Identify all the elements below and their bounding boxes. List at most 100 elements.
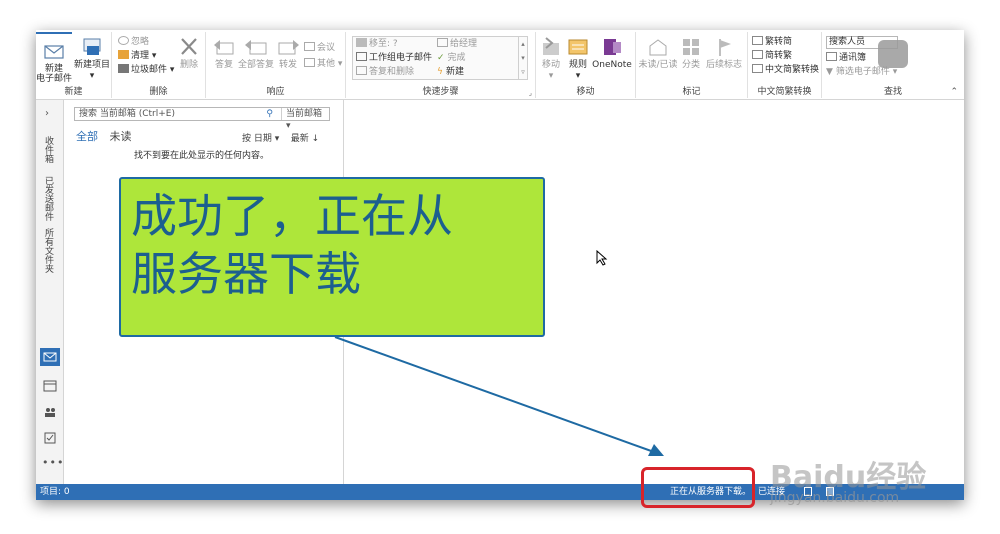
ribbon-group-quick-steps: 移至: ? 工作组电子邮件 答复和删除 给经理 ✓完成 ϟ新建 ▴▾▿ — [346, 32, 536, 98]
search-icon[interactable]: ⚲ — [266, 108, 273, 120]
delete-x-icon — [181, 38, 197, 55]
move-button[interactable]: 移动 ▾ — [538, 36, 564, 82]
unread-read-label: 未读/已读 — [638, 60, 678, 70]
folder-icon — [356, 38, 367, 47]
tab-all[interactable]: 全部 — [76, 130, 98, 143]
quick-step-move-to[interactable]: 移至: ? — [356, 38, 398, 50]
trad-to-simp-button[interactable]: 繁转简 — [752, 36, 792, 48]
filter-email-label: 筛选电子邮件 — [835, 67, 890, 77]
quick-step-team-email[interactable]: 工作组电子邮件 — [356, 52, 432, 64]
address-book-icon — [826, 52, 837, 61]
empty-list-message: 找不到要在此处显示的任何内容。 — [134, 151, 270, 161]
rules-button[interactable]: 规则 ▾ — [564, 36, 592, 82]
calendar-icon[interactable] — [43, 380, 57, 392]
folder-pane-collapsed: › 收件箱 已发送邮件 所有文件夹 ••• — [36, 100, 64, 484]
new-items-button[interactable]: 新建项目 ▾ — [74, 36, 110, 82]
tasks-icon[interactable] — [43, 432, 57, 444]
sort-by-dropdown[interactable]: 按 日期 — [242, 134, 272, 144]
move-icon — [543, 37, 559, 55]
watermark-url: jingyan.baidu.com — [770, 490, 900, 506]
convert-icon — [752, 64, 763, 73]
quick-step-label: 完成 — [447, 53, 466, 63]
quick-step-label: 新建 — [445, 67, 464, 77]
trad-to-simp-label: 繁转简 — [765, 37, 793, 47]
reply-button[interactable]: 答复 — [210, 36, 238, 71]
ignore-button[interactable]: 忽略 — [118, 36, 149, 48]
group-label-respond: 响应 — [266, 87, 285, 97]
expand-folder-pane-icon[interactable]: › — [45, 108, 49, 119]
simp-to-trad-button[interactable]: 简转繁 — [752, 50, 792, 62]
group-label-delete: 删除 — [149, 87, 168, 97]
mail-nav-button[interactable] — [40, 348, 60, 366]
delete-button[interactable]: 删除 — [174, 36, 204, 71]
new-email-label-2: 电子邮件 — [36, 74, 73, 84]
quick-step-label: 工作组电子邮件 — [369, 53, 433, 63]
quick-step-create-new[interactable]: ϟ 新建 — [437, 66, 464, 78]
onenote-label: OneNote — [592, 60, 632, 70]
more-dots-icon[interactable]: ••• — [42, 456, 64, 469]
callout-line-2: 服务器下载 — [131, 247, 361, 301]
tab-unread[interactable]: 未读 — [110, 130, 132, 143]
reply-all-button[interactable]: 全部答复 — [238, 36, 274, 71]
junk-label: 垃圾邮件 — [131, 65, 168, 75]
collapse-ribbon-icon[interactable]: ⌃ — [950, 87, 958, 97]
cleanup-icon — [118, 50, 129, 59]
sort-controls: 按 日期 ▾ 最新 ↓ — [242, 134, 320, 144]
junk-button[interactable]: 垃圾邮件 ▾ — [118, 64, 174, 76]
ribbon-group-tags: 未读/已读 分类 后续标志 标记 — [636, 32, 748, 98]
chinese-convert-button[interactable]: 中文简繁转换 — [752, 64, 819, 76]
quick-step-reply-delete[interactable]: 答复和删除 — [356, 66, 414, 78]
onenote-icon — [604, 39, 621, 55]
search-scope-label: 当前邮箱 — [286, 109, 323, 119]
new-items-icon — [83, 38, 101, 55]
quick-step-label: 移至: ? — [369, 39, 398, 49]
reply-label: 答复 — [214, 60, 233, 70]
lightning-icon: ϟ — [437, 67, 443, 77]
cleanup-label: 清理 — [131, 51, 150, 61]
ribbon-group-respond: 答复 全部答复 转发 会议 其他 ▾ 响应 — [206, 32, 346, 98]
search-scope-dropdown[interactable]: 当前邮箱 ▾ — [281, 108, 329, 131]
mail-icon — [43, 352, 57, 362]
quick-step-to-manager[interactable]: 给经理 — [437, 38, 477, 50]
ribbon-group-delete: 忽略 清理 ▾ 垃圾邮件 ▾ 删除 删除 — [112, 32, 206, 98]
group-label-tags: 标记 — [682, 87, 701, 97]
more-respond-button[interactable]: 其他 ▾ — [304, 58, 342, 70]
new-email-icon — [44, 45, 64, 59]
folder-inbox[interactable]: 收件箱 — [42, 136, 55, 163]
chinese-convert-label: 中文简繁转换 — [765, 65, 820, 75]
onenote-button[interactable]: OneNote — [592, 36, 632, 71]
group-label-find: 查找 — [883, 87, 902, 97]
find-overlay-icon — [878, 40, 908, 68]
forward-label: 转发 — [278, 60, 297, 70]
ignore-icon — [118, 36, 129, 45]
quick-steps-gallery: 移至: ? 工作组电子邮件 答复和删除 给经理 ✓ 完成 ϟ 新建 ▴ ▾ ▿ — [352, 36, 528, 80]
follow-up-button[interactable]: 后续标志 — [704, 36, 744, 71]
meeting-icon — [304, 42, 315, 51]
sort-order-toggle[interactable]: 最新 ↓ — [291, 134, 319, 144]
ribbon-group-chinese: 繁转简 简转繁 中文简繁转换 中文简繁转换 — [748, 32, 822, 98]
address-book-label: 通讯簿 — [839, 53, 867, 63]
meeting-button[interactable]: 会议 — [304, 42, 335, 54]
new-email-button[interactable]: 新建 电子邮件 — [36, 32, 72, 86]
ribbon-group-move: 移动 ▾ 规则 ▾ OneNote 移动 — [536, 32, 636, 98]
folder-sent[interactable]: 已发送邮件 — [42, 176, 55, 221]
rules-label: 规则 — [568, 60, 587, 70]
unread-read-button[interactable]: 未读/已读 — [638, 36, 678, 71]
rules-icon — [568, 39, 588, 55]
group-label-move: 移动 — [576, 87, 595, 97]
folder-all[interactable]: 所有文件夹 — [42, 228, 55, 273]
address-book-button[interactable]: 通讯簿 — [826, 52, 866, 64]
forward-button[interactable]: 转发 — [274, 36, 302, 71]
cleanup-button[interactable]: 清理 ▾ — [118, 50, 156, 62]
categorize-button[interactable]: 分类 — [678, 36, 704, 71]
simp-to-trad-label: 简转繁 — [765, 51, 793, 61]
dialog-launcher-icon[interactable]: ⌟ — [529, 89, 532, 97]
people-icon[interactable] — [43, 406, 57, 418]
search-mailbox-input[interactable]: 搜索 当前邮箱 (Ctrl+E) ⚲ 当前邮箱 ▾ — [74, 107, 330, 131]
group-label-quick-steps: 快速步骤 — [422, 87, 459, 97]
delete-label: 删除 — [179, 60, 198, 70]
gallery-scroll[interactable]: ▴ ▾ ▿ — [518, 37, 527, 79]
trad-simp-icon — [752, 36, 763, 45]
quick-step-done[interactable]: ✓ 完成 — [437, 52, 466, 64]
flag-icon — [719, 39, 731, 56]
